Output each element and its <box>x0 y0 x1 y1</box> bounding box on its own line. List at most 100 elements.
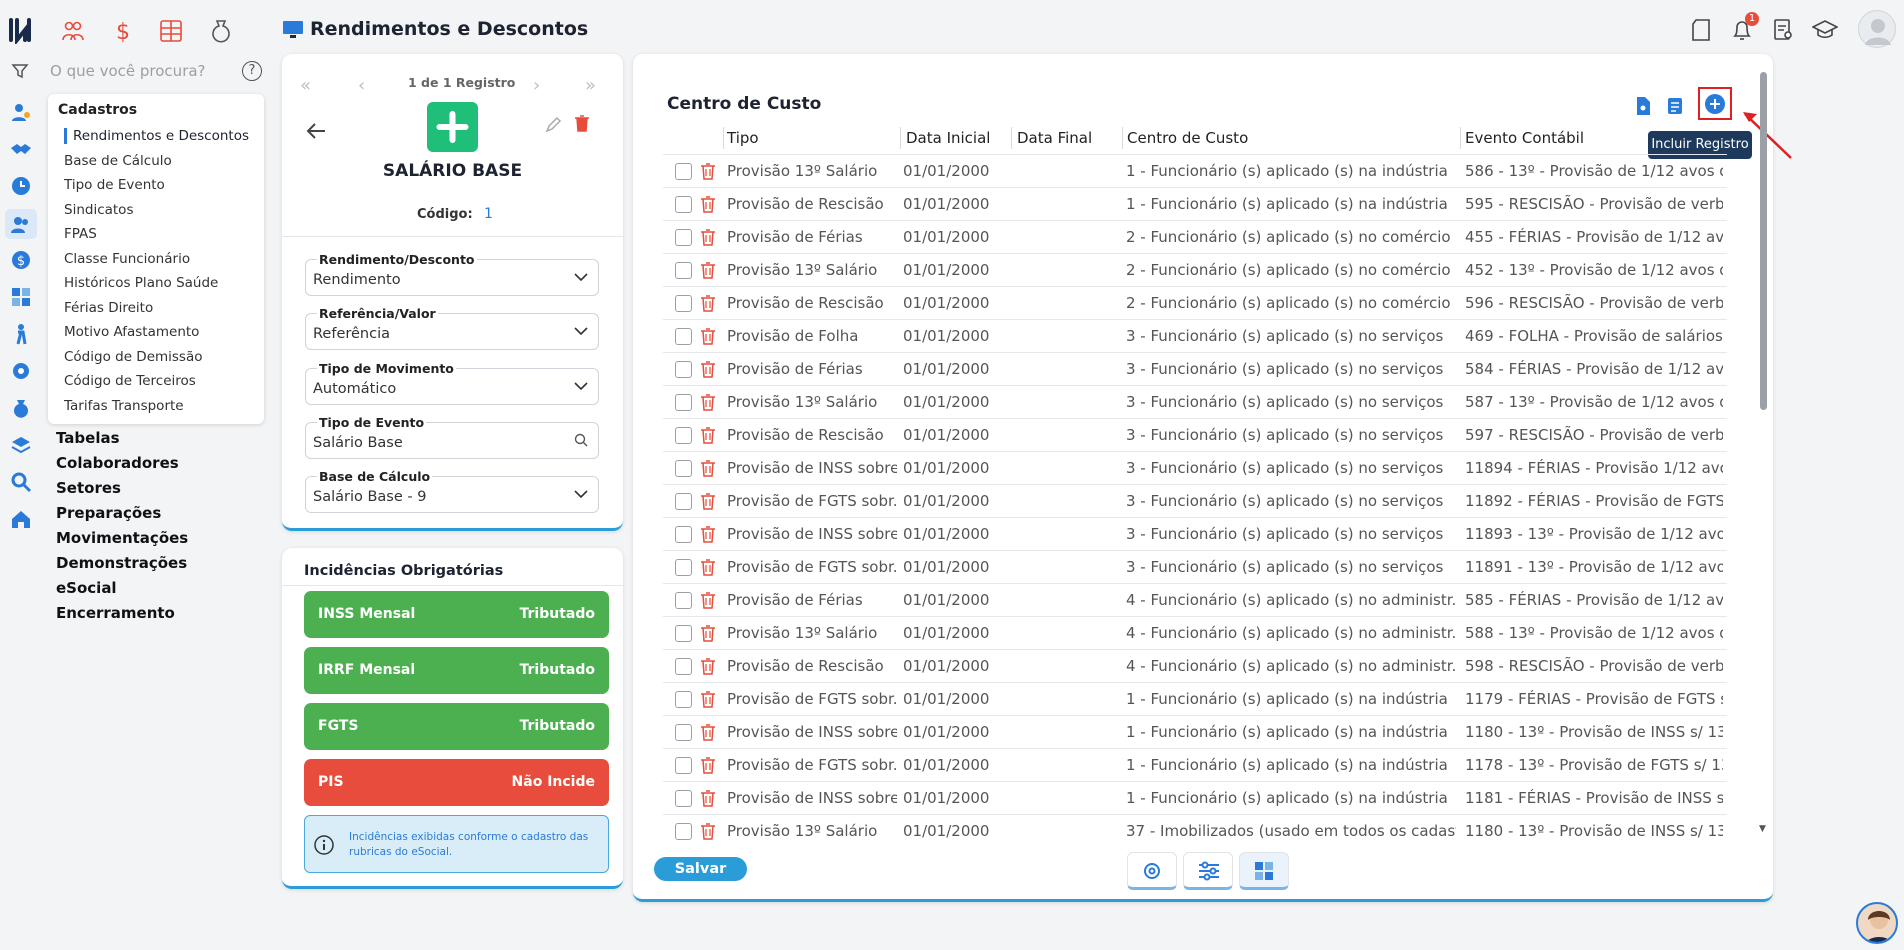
menu-tabelas[interactable]: Tabelas <box>56 429 120 447</box>
row-checkbox[interactable] <box>675 328 692 345</box>
clock-icon[interactable] <box>10 175 32 197</box>
table-row[interactable]: Provisão de FGTS sobr... 01/01/2000 1 - Fu… <box>663 748 1727 781</box>
menu-colaboradores[interactable]: Colaboradores <box>56 454 179 472</box>
search-input[interactable]: O que você procura? <box>50 62 206 80</box>
row-checkbox[interactable] <box>675 394 692 411</box>
row-checkbox[interactable] <box>675 625 692 642</box>
table-row[interactable]: Provisão 13º Salário 01/01/2000 4 - Funcio… <box>663 616 1727 649</box>
referencia-valor-select[interactable]: Referência/Valor Referência <box>305 306 599 350</box>
tab-filters[interactable] <box>1183 852 1233 890</box>
table-row[interactable]: Provisão de INSS sobre... 01/01/2000 3 - F… <box>663 517 1727 550</box>
first-record-icon[interactable]: « <box>300 75 311 96</box>
list-export-icon[interactable] <box>1666 96 1684 120</box>
rendimento-desconto-select[interactable]: Rendimento/Desconto Rendimento <box>305 252 599 296</box>
row-checkbox[interactable] <box>675 493 692 510</box>
row-checkbox[interactable] <box>675 361 692 378</box>
cadastros-item-classe[interactable]: Classe Funcionário <box>64 251 190 267</box>
table-row[interactable]: Provisão de FGTS sobr... 01/01/2000 3 - Fu… <box>663 550 1727 583</box>
col-header-data-final[interactable]: Data Final <box>1017 129 1092 147</box>
row-checkbox[interactable] <box>675 559 692 576</box>
person-walking-icon[interactable] <box>10 323 32 345</box>
trash-icon[interactable] <box>700 591 716 609</box>
calculator-icon[interactable] <box>10 286 32 308</box>
money-bag-top-icon[interactable] <box>208 18 234 44</box>
trash-icon[interactable] <box>700 789 716 807</box>
menu-preparacoes[interactable]: Preparações <box>56 504 161 522</box>
settings-gear-icon[interactable] <box>10 360 32 382</box>
row-checkbox[interactable] <box>675 460 692 477</box>
menu-demonstracoes[interactable]: Demonstrações <box>56 554 187 572</box>
col-header-centro-custo[interactable]: Centro de Custo <box>1127 129 1248 147</box>
home-icon[interactable] <box>10 508 32 530</box>
table-row[interactable]: Provisão de FGTS sobr... 01/01/2000 3 - Fu… <box>663 484 1727 517</box>
report-icon[interactable] <box>1772 18 1794 46</box>
table-row[interactable]: Provisão de Rescisão 01/01/2000 4 - Funcio… <box>663 649 1727 682</box>
table-row[interactable]: Provisão de Rescisão 01/01/2000 2 - Funcio… <box>663 286 1727 319</box>
menu-setores[interactable]: Setores <box>56 479 121 497</box>
table-row[interactable]: Provisão de Rescisão 01/01/2000 1 - Funcio… <box>663 187 1727 220</box>
cadastros-item-ferias[interactable]: Férias Direito <box>64 300 153 316</box>
table-row[interactable]: Provisão 13º Salário 01/01/2000 1 - Funcio… <box>663 154 1727 187</box>
menu-esocial[interactable]: eSocial <box>56 579 117 597</box>
row-checkbox[interactable] <box>675 823 692 840</box>
trash-icon[interactable] <box>700 756 716 774</box>
col-header-evento-contabil[interactable]: Evento Contábil <box>1465 129 1584 147</box>
graduation-cap-icon[interactable] <box>1811 18 1839 46</box>
add-record-button[interactable] <box>1705 94 1725 114</box>
table-row[interactable]: Provisão de Férias 01/01/2000 4 - Funcioná… <box>663 583 1727 616</box>
scroll-down-icon[interactable]: ▼ <box>1759 824 1766 834</box>
trash-icon[interactable] <box>700 228 716 246</box>
spreadsheet-icon[interactable] <box>158 18 184 44</box>
search-icon[interactable] <box>574 433 588 447</box>
table-row[interactable]: Provisão de INSS sobre... 01/01/2000 1 - F… <box>663 715 1727 748</box>
back-arrow-icon[interactable] <box>305 121 327 145</box>
cadastros-item-tarifas[interactable]: Tarifas Transporte <box>64 398 184 414</box>
table-row[interactable]: Provisão de FGTS sobr... 01/01/2000 1 - Fu… <box>663 682 1727 715</box>
cadastros-item-demissao[interactable]: Código de Demissão <box>64 349 203 365</box>
trash-icon[interactable] <box>700 492 716 510</box>
user-avatar[interactable] <box>1858 10 1896 48</box>
cadastros-item-rendimentos[interactable]: Rendimentos e Descontos <box>64 128 249 144</box>
payroll-dollar-icon[interactable]: $ <box>110 18 136 45</box>
next-record-icon[interactable]: › <box>533 75 540 96</box>
trash-icon[interactable] <box>700 624 716 642</box>
row-checkbox[interactable] <box>675 790 692 807</box>
cadastros-item-motivo[interactable]: Motivo Afastamento <box>64 324 199 340</box>
save-button[interactable]: Salvar <box>654 857 747 881</box>
table-row[interactable]: Provisão 13º Salário 01/01/2000 3 - Funcio… <box>663 385 1727 418</box>
row-checkbox[interactable] <box>675 295 692 312</box>
trash-icon[interactable] <box>700 657 716 675</box>
trash-icon[interactable] <box>700 393 716 411</box>
row-checkbox[interactable] <box>675 229 692 246</box>
cadastros-item-terceiros[interactable]: Código de Terceiros <box>64 373 196 389</box>
col-header-data-inicial[interactable]: Data Inicial <box>906 129 990 147</box>
trash-icon[interactable] <box>700 162 716 180</box>
base-calculo-select[interactable]: Base de Cálculo Salário Base - 9 <box>305 469 599 513</box>
row-checkbox[interactable] <box>675 757 692 774</box>
row-checkbox[interactable] <box>675 658 692 675</box>
dollar-icon[interactable]: $ <box>10 249 32 271</box>
row-checkbox[interactable] <box>675 196 692 213</box>
help-icon[interactable]: ? <box>242 61 262 81</box>
people-icon[interactable] <box>5 209 37 239</box>
app-logo[interactable] <box>8 16 36 48</box>
handshake-icon[interactable] <box>10 138 32 160</box>
cadastros-item-base-calculo[interactable]: Base de Cálculo <box>64 153 172 169</box>
menu-encerramento[interactable]: Encerramento <box>56 604 175 622</box>
table-row[interactable]: Provisão de Férias 01/01/2000 3 - Funcioná… <box>663 352 1727 385</box>
row-checkbox[interactable] <box>675 163 692 180</box>
trash-icon[interactable] <box>700 558 716 576</box>
cadastros-item-fpas[interactable]: FPAS <box>64 226 97 242</box>
team-icon[interactable] <box>60 18 86 44</box>
document-icon[interactable] <box>1690 18 1712 46</box>
prev-record-icon[interactable]: ‹ <box>358 75 365 96</box>
cadastros-item-tipo-evento[interactable]: Tipo de Evento <box>64 177 165 193</box>
table-row[interactable]: Provisão 13º Salário 01/01/2000 2 - Funcio… <box>663 253 1727 286</box>
row-checkbox[interactable] <box>675 691 692 708</box>
search-people-icon[interactable] <box>10 471 32 493</box>
trash-icon[interactable] <box>700 723 716 741</box>
trash-icon[interactable] <box>700 426 716 444</box>
user-register-icon[interactable] <box>10 101 32 123</box>
col-header-tipo[interactable]: Tipo <box>727 129 759 147</box>
table-row[interactable]: Provisão de Folha 01/01/2000 3 - Funcionár… <box>663 319 1727 352</box>
